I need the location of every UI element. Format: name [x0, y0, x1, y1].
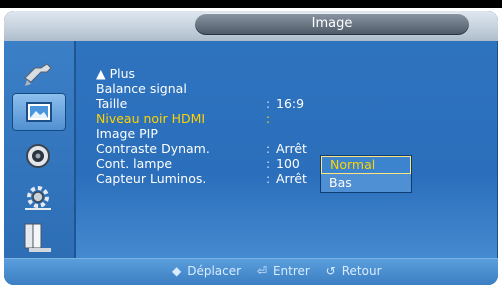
- niveau-noir-dropdown[interactable]: Normal Bas: [320, 155, 412, 193]
- sidebar: [4, 41, 76, 259]
- menu-item-more[interactable]: ▲ Plus: [96, 66, 416, 81]
- sidebar-item-multi-control[interactable]: [16, 219, 60, 257]
- dropdown-option-normal[interactable]: Normal: [321, 156, 411, 174]
- multi-control-icon: [24, 223, 51, 252]
- sidebar-item-picture[interactable]: [12, 93, 66, 131]
- picture-icon: [26, 102, 52, 122]
- menu-item-image-pip[interactable]: Image PIP: [96, 126, 416, 141]
- window-title: Image: [195, 13, 469, 35]
- move-arrows-icon: ◆: [172, 264, 182, 278]
- menu-item-contraste-dynam[interactable]: Contraste Dynam. : Arrêt: [96, 141, 416, 156]
- more-label: ▲ Plus: [96, 66, 136, 81]
- nav-hints: ◆ Déplacer ⏎ Entrer ↺ Retour: [172, 264, 394, 278]
- input-icon: [24, 63, 52, 86]
- setup-icon: [25, 186, 51, 210]
- menu-item-taille[interactable]: Taille : 16:9: [96, 96, 416, 111]
- top-black-strip: [0, 0, 502, 8]
- sidebar-item-input[interactable]: [16, 55, 60, 93]
- move-hint: ◆ Déplacer: [172, 264, 242, 278]
- enter-icon: ⏎: [256, 264, 267, 278]
- return-icon: ↺: [325, 264, 336, 278]
- sound-icon: [26, 144, 50, 168]
- sidebar-item-sound[interactable]: [16, 137, 60, 175]
- enter-hint: ⏎ Entrer: [256, 264, 310, 278]
- return-hint: ↺ Retour: [325, 264, 382, 278]
- sidebar-item-setup[interactable]: [16, 178, 60, 216]
- dropdown-option-bas[interactable]: Bas: [321, 174, 411, 192]
- menu-item-niveau-noir-hdmi[interactable]: Niveau noir HDMI :: [96, 111, 416, 126]
- bottom-hint-bar: ◆ Déplacer ⏎ Entrer ↺ Retour: [4, 258, 498, 285]
- menu-item-balance-signal[interactable]: Balance signal: [96, 81, 416, 96]
